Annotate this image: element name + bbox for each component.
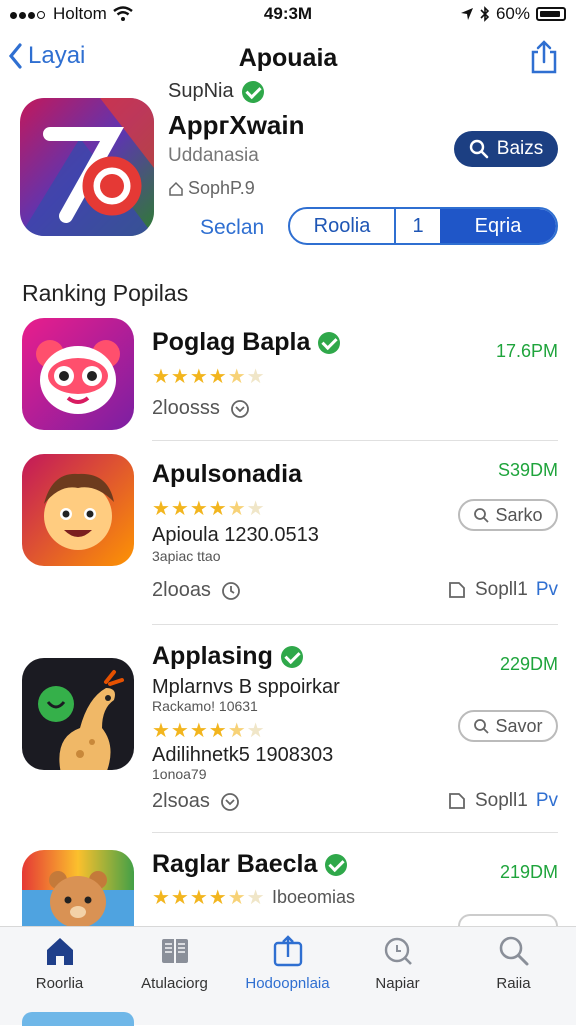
battery-percent: 60% <box>495 4 530 23</box>
tag-icon <box>449 582 465 598</box>
tab-updates-active[interactable]: Hodoopnlaia <box>230 935 345 992</box>
tab-home[interactable]: Roorlia <box>2 935 117 992</box>
side-info-row-2: Sopll1 Pv <box>447 579 558 601</box>
side-info-row-3: Sopll1 Pv <box>447 790 558 812</box>
get-button-label: Savor <box>495 715 543 736</box>
status-bar: Holtom 49:3M 60% <box>0 0 576 30</box>
get-button-label: Sarko <box>495 504 543 525</box>
get-button-row-3[interactable]: Savor <box>458 710 558 742</box>
header-action-button[interactable]: Baizs <box>454 131 558 167</box>
tab-label: Atulaciorg <box>141 975 208 992</box>
verified-check-icon <box>318 331 341 354</box>
app-icon-row-2[interactable] <box>22 454 134 566</box>
clock-icon <box>220 792 239 811</box>
app-subtitle-row-3: Mplarnvs B sppoirkar <box>152 676 340 698</box>
side-label: Sopll1 <box>474 790 528 811</box>
star-rating-row-1: ★★★★★★ <box>152 366 266 388</box>
app-subtitle-row-4: Iboeomias <box>272 887 356 907</box>
tab-label: Roorlia <box>35 975 84 992</box>
verified-check-icon <box>241 80 264 103</box>
segment-third-selected[interactable]: Eqria <box>440 209 556 243</box>
search-icon <box>474 719 490 734</box>
app-subtitle2-row-3: Rackamo! 10631 <box>152 698 258 714</box>
app-icon-large[interactable] <box>20 98 154 236</box>
download-count: 2looas <box>152 579 211 601</box>
app-category: Uddanasia <box>168 145 259 166</box>
app-subtitle2-row-2: 3apiac ttao <box>152 548 221 564</box>
developer-row: SupNia <box>168 80 264 103</box>
tag-icon <box>449 793 465 809</box>
share-icon <box>273 935 302 967</box>
share-icon <box>531 40 557 74</box>
verified-check-icon <box>280 645 303 668</box>
price-row-3: 229DM <box>499 654 558 674</box>
price-row-1: 17.6PM <box>495 341 558 361</box>
side-accent: Pv <box>535 790 558 811</box>
app-icon-row-4[interactable] <box>22 850 134 926</box>
clock-icon <box>230 399 249 418</box>
app-name-row-3[interactable]: Applasing <box>152 642 303 671</box>
app-title: Raglar Baecla <box>152 850 318 878</box>
side-label: Sopll1 <box>474 579 528 600</box>
tab-library[interactable]: Atulaciorg <box>117 935 232 992</box>
app-size: SophP.9 <box>188 178 255 198</box>
side-accent: Pv <box>535 579 558 600</box>
tab-search[interactable]: Raiia <box>456 935 571 992</box>
clock-icon <box>222 581 240 600</box>
search-icon <box>469 139 489 159</box>
app-name: AppгXwain <box>168 110 305 140</box>
developer-name: SupNia <box>168 80 234 102</box>
bluetooth-icon <box>480 6 490 22</box>
verified-check-icon <box>325 853 348 876</box>
app-subtitle-row-2: Apioula 1230.0513 <box>152 524 319 546</box>
battery-icon <box>536 7 566 21</box>
price-row-2: S39DM <box>497 460 558 480</box>
app-subtitle3-row-3: Adilihnetk5 1908303 <box>152 744 334 766</box>
app-subtitle4-row-3: 1onoa79 <box>152 766 207 782</box>
house-outline-icon <box>169 181 183 196</box>
row-divider <box>152 832 558 833</box>
app-title: Applasing <box>152 642 273 670</box>
star-rating-row-3: ★★★★★★ <box>152 720 266 742</box>
app-name-row-1[interactable]: Poglag Bapla <box>152 328 341 357</box>
star-rating-row-2: ★★★★★★ <box>152 498 266 520</box>
price-row-4: 219DM <box>499 862 558 882</box>
magnify-icon <box>384 937 412 965</box>
get-button-row-2[interactable]: Sarko <box>458 499 558 531</box>
header-link[interactable]: Seclan <box>200 216 264 240</box>
section-title: Ranking Popilas <box>22 280 189 306</box>
star-rating-row-4: ★★★★★★ <box>152 887 266 909</box>
header-action-label: Baizs <box>496 138 544 159</box>
book-icon <box>161 939 188 963</box>
app-title: Poglag Bapla <box>152 328 311 356</box>
tab-explore[interactable]: Napiar <box>340 935 455 992</box>
search-icon <box>474 508 490 523</box>
meta-row-1: 2loosss <box>152 397 250 420</box>
tab-label: Napiar <box>375 975 420 992</box>
download-count: 2loosss <box>152 397 220 419</box>
row-divider <box>152 440 558 441</box>
tab-bar: Roorlia Atulaciorg Hodoopnlaia Napiar Ra… <box>0 926 576 1025</box>
segment-first[interactable]: Roolia <box>290 209 396 243</box>
segment-second[interactable]: 1 <box>396 209 440 243</box>
location-arrow-icon <box>460 8 473 20</box>
tab-label: Hodoopnlaia <box>245 975 330 992</box>
get-button-row-4[interactable] <box>458 914 558 926</box>
tab-label: Raiia <box>496 975 531 992</box>
app-name-row-2[interactable]: Apulsonadia <box>152 460 302 489</box>
share-button[interactable] <box>530 40 558 79</box>
page-title: Apouaia <box>238 44 338 72</box>
search-icon <box>499 936 528 966</box>
meta-row-2: 2looas <box>152 579 241 602</box>
app-icon-row-3[interactable] <box>22 658 134 770</box>
app-icon-row-1[interactable] <box>22 318 134 430</box>
app-name-row-4[interactable]: Raglar Baecla <box>152 850 348 879</box>
home-icon <box>46 938 73 965</box>
segmented-control: Roolia 1 Eqria <box>288 207 558 245</box>
meta-row-3: 2lsoas <box>152 790 240 813</box>
app-size-row: SophP.9 <box>168 178 255 199</box>
row-divider <box>152 624 558 625</box>
download-count: 2lsoas <box>152 790 210 812</box>
